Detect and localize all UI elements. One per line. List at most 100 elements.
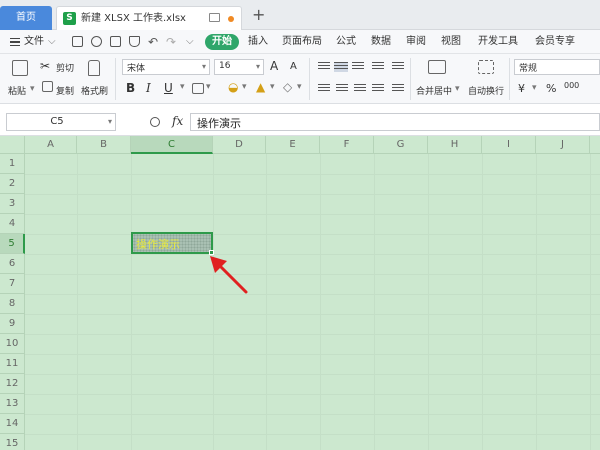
- row-header[interactable]: 12: [0, 374, 25, 394]
- save-icon[interactable]: [72, 36, 83, 47]
- row-header-selected[interactable]: 5: [0, 234, 25, 254]
- print-icon[interactable]: [110, 36, 121, 47]
- indent-increase-icon[interactable]: [392, 62, 404, 72]
- align-middle-icon[interactable]: [334, 62, 348, 72]
- paste-icon[interactable]: [12, 60, 28, 76]
- wrap-text-button[interactable]: 自动换行: [468, 84, 504, 97]
- column-header-i[interactable]: I: [482, 136, 536, 154]
- tab-home[interactable]: 首页: [0, 6, 52, 30]
- underline-dropdown-icon[interactable]: ▾: [180, 82, 185, 92]
- menu-file[interactable]: 文件: [24, 30, 44, 54]
- print-preview-icon[interactable]: [129, 36, 140, 47]
- column-header-a[interactable]: A: [25, 136, 77, 154]
- row-header[interactable]: 13: [0, 394, 25, 414]
- copy-icon[interactable]: [42, 81, 53, 92]
- font-color-icon[interactable]: ▲: [256, 80, 265, 94]
- merge-center-button[interactable]: 合并居中: [416, 84, 452, 97]
- menu-tab-formulas[interactable]: 公式: [336, 30, 356, 54]
- cut-button[interactable]: 剪切: [56, 61, 74, 74]
- clear-dropdown-icon[interactable]: ▾: [297, 82, 302, 92]
- tab-document[interactable]: S 新建 XLSX 工作表.xlsx: [56, 6, 242, 30]
- menu-tab-page-layout[interactable]: 页面布局: [282, 30, 322, 54]
- row-header[interactable]: 9: [0, 314, 25, 334]
- menu-tab-data[interactable]: 数据: [371, 30, 391, 54]
- menu-tab-home[interactable]: 开始: [205, 34, 239, 50]
- indent-decrease-icon[interactable]: [372, 62, 384, 72]
- copy-button[interactable]: 复制: [56, 84, 74, 97]
- align-center-icon[interactable]: [336, 84, 348, 94]
- menu-tab-developer[interactable]: 开发工具: [478, 30, 518, 54]
- currency-dropdown-icon[interactable]: ▾: [532, 83, 537, 93]
- chevron-down-icon[interactable]: ⌵: [48, 30, 56, 54]
- formula-input[interactable]: 操作演示: [190, 113, 600, 131]
- currency-button[interactable]: ¥: [518, 82, 525, 95]
- percent-button[interactable]: %: [546, 82, 556, 95]
- column-header-g[interactable]: G: [374, 136, 428, 154]
- font-color-dropdown-icon[interactable]: ▾: [270, 82, 275, 92]
- column-header-c[interactable]: C: [131, 136, 213, 154]
- border-dropdown-icon[interactable]: ▾: [206, 82, 211, 92]
- row-header[interactable]: 15: [0, 434, 25, 450]
- row-header[interactable]: 4: [0, 214, 25, 234]
- align-top-icon[interactable]: [318, 62, 330, 72]
- align-bottom-icon[interactable]: [352, 62, 364, 72]
- row-header[interactable]: 10: [0, 334, 25, 354]
- format-painter-icon[interactable]: [88, 60, 100, 76]
- name-box[interactable]: C5 ▾: [6, 113, 116, 131]
- justify-icon[interactable]: [372, 84, 384, 94]
- format-painter-button[interactable]: 格式刷: [81, 84, 108, 97]
- menu-tab-view[interactable]: 视图: [441, 30, 461, 54]
- export-icon[interactable]: [91, 36, 102, 47]
- column-header-j[interactable]: J: [536, 136, 590, 154]
- undo-icon[interactable]: ↶: [148, 30, 158, 54]
- redo-icon[interactable]: ↷: [166, 30, 176, 54]
- zoom-icon[interactable]: [150, 117, 160, 127]
- align-right-icon[interactable]: [354, 84, 366, 94]
- column-header-e[interactable]: E: [266, 136, 320, 154]
- bold-button[interactable]: B: [126, 81, 135, 95]
- underline-button[interactable]: U: [164, 81, 173, 95]
- menu-tab-member[interactable]: 会员专享: [535, 30, 575, 54]
- border-icon[interactable]: [192, 83, 204, 94]
- row-header[interactable]: 11: [0, 354, 25, 374]
- font-name-select[interactable]: 宋体 ▾: [122, 59, 210, 75]
- paste-button[interactable]: 粘贴: [8, 84, 26, 97]
- chevron-down-icon-2[interactable]: ⌵: [186, 30, 194, 54]
- number-format-select[interactable]: 常规: [514, 59, 600, 75]
- font-size-select[interactable]: 16 ▾: [214, 59, 264, 75]
- merge-dropdown-icon[interactable]: ▾: [455, 84, 460, 94]
- scissors-icon[interactable]: ✂: [40, 59, 50, 73]
- select-all-corner[interactable]: [0, 136, 25, 154]
- spreadsheet-grid[interactable]: A B C D E F G H I J 1 2 3 4 5 6 7 8 9 10…: [0, 136, 600, 450]
- fill-color-dropdown-icon[interactable]: ▾: [242, 82, 247, 92]
- clear-format-icon[interactable]: ◇: [283, 80, 292, 94]
- number-format-value: 常规: [519, 64, 538, 74]
- italic-button[interactable]: I: [146, 81, 151, 95]
- row-header[interactable]: 6: [0, 254, 25, 274]
- font-shrink-button[interactable]: A: [290, 61, 297, 72]
- thousands-button[interactable]: 000: [564, 81, 579, 90]
- align-left-icon[interactable]: [318, 84, 330, 94]
- font-grow-button[interactable]: A: [270, 59, 278, 73]
- function-icon[interactable]: fx: [172, 114, 183, 128]
- new-tab-button[interactable]: +: [252, 5, 265, 25]
- row-header[interactable]: 3: [0, 194, 25, 214]
- merge-center-icon[interactable]: [428, 60, 446, 74]
- fill-color-icon[interactable]: ◒: [228, 80, 238, 94]
- column-header-h[interactable]: H: [428, 136, 482, 154]
- row-header[interactable]: 7: [0, 274, 25, 294]
- row-header[interactable]: 14: [0, 414, 25, 434]
- column-header-f[interactable]: F: [320, 136, 374, 154]
- monitor-icon[interactable]: [209, 13, 220, 22]
- wrap-text-icon[interactable]: [478, 60, 494, 74]
- menu-tab-insert[interactable]: 插入: [248, 30, 268, 54]
- row-header[interactable]: 1: [0, 154, 25, 174]
- hamburger-icon[interactable]: [10, 38, 20, 46]
- paste-dropdown-icon[interactable]: ▾: [30, 84, 35, 94]
- distribute-icon[interactable]: [392, 84, 404, 94]
- row-header[interactable]: 8: [0, 294, 25, 314]
- column-header-d[interactable]: D: [213, 136, 266, 154]
- column-header-b[interactable]: B: [77, 136, 131, 154]
- menu-tab-review[interactable]: 审阅: [406, 30, 426, 54]
- row-header[interactable]: 2: [0, 174, 25, 194]
